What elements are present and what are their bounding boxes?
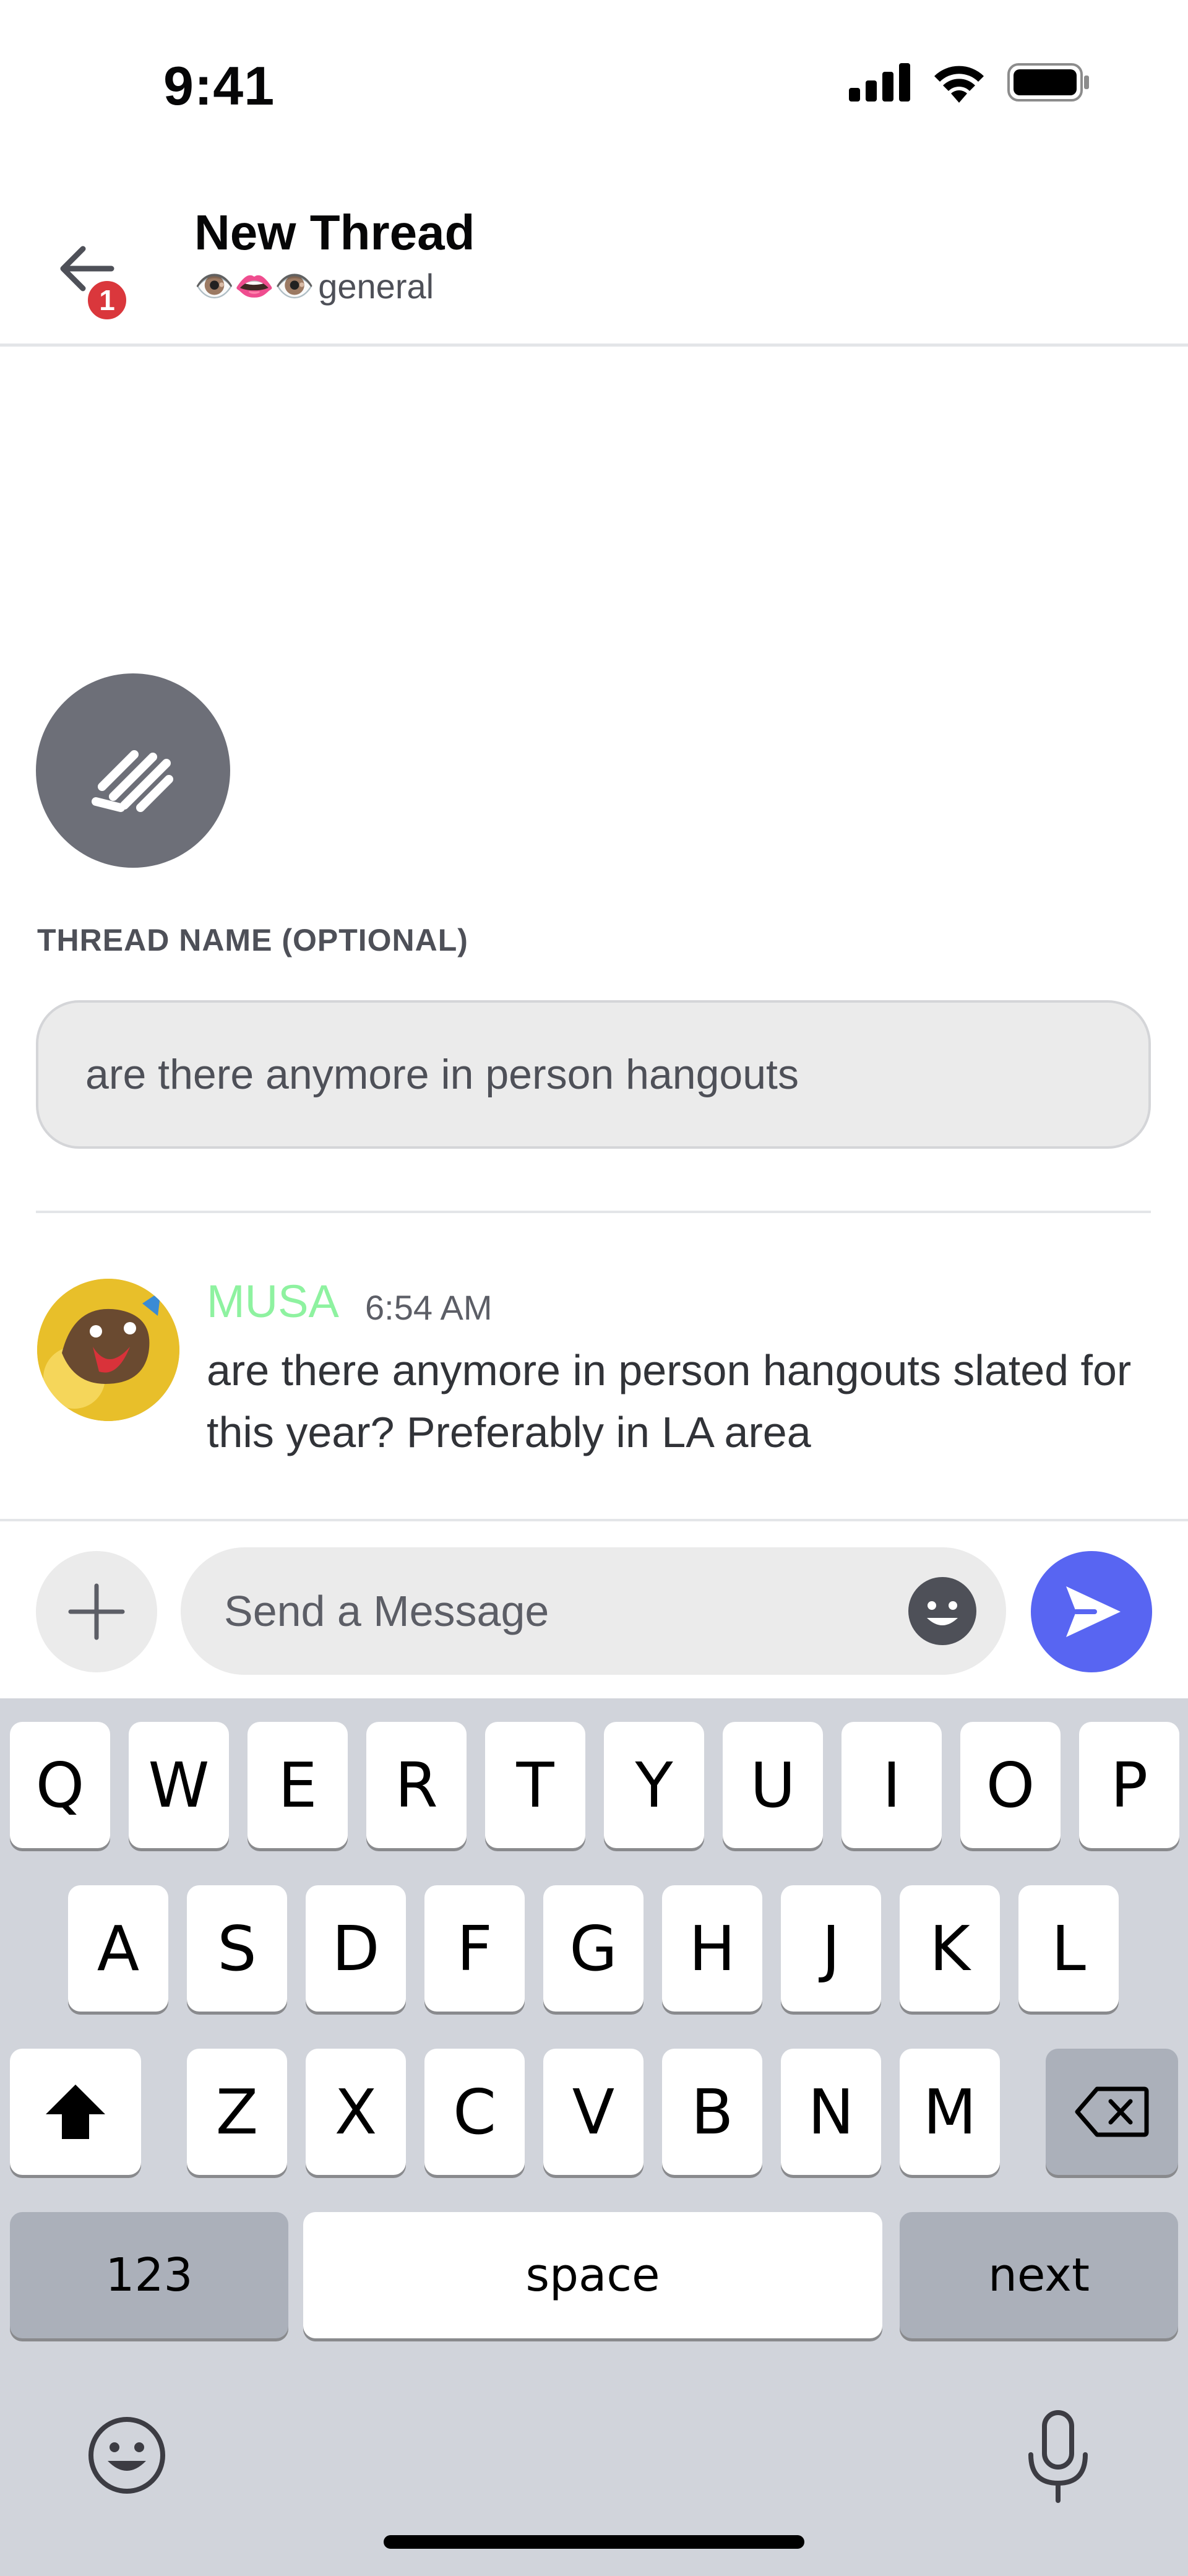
wifi-icon [934, 66, 984, 103]
key-u[interactable]: U [723, 1722, 823, 1848]
cellular-signal-icon [849, 63, 910, 102]
thread-name-value: are there anymore in person hangouts [85, 1051, 799, 1098]
status-bar: 9:41 [0, 0, 1188, 173]
backspace-key[interactable] [1046, 2049, 1178, 2175]
page-title: New Thread [194, 205, 475, 260]
status-time: 9:41 [163, 55, 275, 116]
key-h[interactable]: H [662, 1885, 762, 2012]
key-a[interactable]: A [68, 1885, 168, 2012]
message-input-placeholder: Send a Message [224, 1587, 549, 1635]
key-q[interactable]: Q [10, 1722, 110, 1848]
key-t[interactable]: T [485, 1722, 585, 1848]
channel-emoji: 👁️👄👁️ [194, 268, 315, 305]
battery-icon [1007, 63, 1089, 102]
channel-breadcrumb[interactable]: 👁️👄👁️ general [194, 266, 434, 306]
key-g[interactable]: G [543, 1885, 644, 2012]
key-p[interactable]: P [1079, 1722, 1179, 1848]
send-arrow-icon [1066, 1586, 1121, 1637]
key-i[interactable]: I [842, 1722, 942, 1848]
key-e[interactable]: E [248, 1722, 348, 1848]
thread-icon [36, 673, 230, 868]
key-n[interactable]: N [781, 2049, 881, 2175]
emoji-keyboard-button[interactable] [87, 2415, 167, 2496]
smiley-face-icon [88, 2417, 165, 2494]
channel-name: general [318, 267, 434, 306]
key-r[interactable]: R [366, 1722, 467, 1848]
microphone-button[interactable] [1021, 2410, 1095, 2503]
key-y[interactable]: Y [604, 1722, 704, 1848]
avatar[interactable] [37, 1279, 179, 1421]
key-b[interactable]: B [662, 2049, 762, 2175]
shift-arrow-icon [46, 2085, 105, 2139]
message-composer: Send a Message [0, 1519, 1188, 1698]
key-z[interactable]: Z [187, 2049, 287, 2175]
key-f[interactable]: F [424, 1885, 525, 2012]
message-author[interactable]: MUSA [207, 1275, 339, 1328]
key-j[interactable]: J [781, 1885, 881, 2012]
emoji-button[interactable] [908, 1577, 976, 1645]
key-w[interactable]: W [129, 1722, 229, 1848]
thread-name-input[interactable]: are there anymore in person hangouts [36, 1000, 1151, 1149]
home-indicator[interactable] [384, 2535, 804, 2549]
key-d[interactable]: D [306, 1885, 406, 2012]
backspace-icon [1075, 2086, 1149, 2137]
key-l[interactable]: L [1018, 1885, 1119, 2012]
thread-header: 1 New Thread 👁️👄👁️ general [0, 173, 1188, 347]
numbers-key[interactable]: 123 [10, 2212, 288, 2338]
key-o[interactable]: O [960, 1722, 1061, 1848]
message-timestamp: 6:54 AM [365, 1288, 493, 1327]
plus-icon [68, 1583, 125, 1640]
key-s[interactable]: S [187, 1885, 287, 2012]
key-m[interactable]: M [900, 2049, 1000, 2175]
key-c[interactable]: C [424, 2049, 525, 2175]
unread-badge: 1 [83, 276, 131, 324]
return-key[interactable]: next [900, 2212, 1178, 2338]
avatar-image [37, 1279, 179, 1421]
key-x[interactable]: X [306, 2049, 406, 2175]
status-icons [849, 62, 1089, 103]
shift-key[interactable] [10, 2049, 141, 2175]
add-attachment-button[interactable] [36, 1551, 157, 1672]
key-k[interactable]: K [900, 1885, 1000, 2012]
space-key[interactable]: space [303, 2212, 882, 2338]
send-button[interactable] [1031, 1551, 1152, 1672]
key-v[interactable]: V [543, 2049, 644, 2175]
divider [36, 1211, 1151, 1213]
microphone-icon [1028, 2410, 1088, 2503]
smiley-face-icon [927, 1601, 958, 1625]
on-screen-keyboard: Q W E R T Y U I O P A S D F G H J K L Z … [0, 1698, 1188, 2576]
thread-name-label: THREAD NAME (OPTIONAL) [37, 923, 468, 957]
thread-hash-icon [92, 750, 173, 812]
message-text: are there anymore in person hangouts sla… [207, 1346, 1132, 1456]
message-input[interactable]: Send a Message [181, 1547, 1006, 1675]
